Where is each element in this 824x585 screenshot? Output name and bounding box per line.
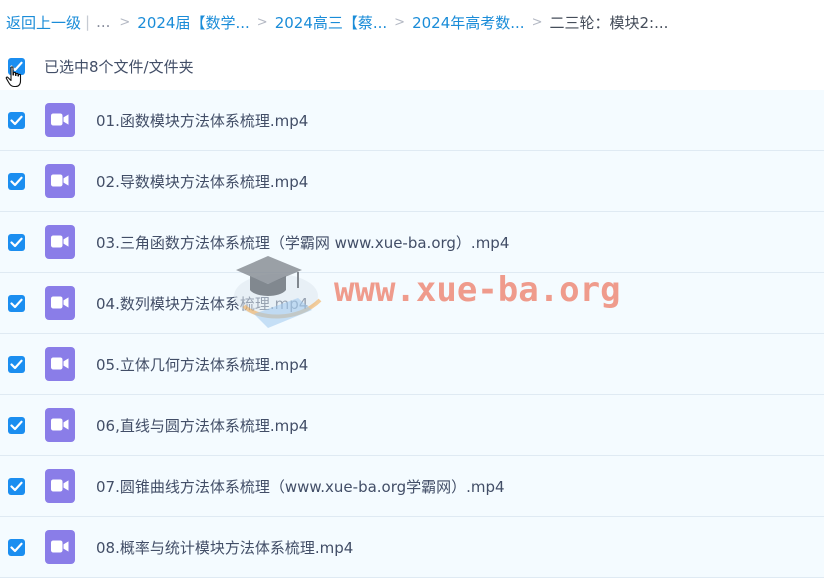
file-checkbox[interactable] [8,233,25,251]
file-name[interactable]: 03.三角函数方法体系梳理（学霸网 www.xue-ba.org）.mp4 [96,232,509,253]
breadcrumb-item-3[interactable]: 2024年高考数... [412,12,524,33]
file-checkbox[interactable] [8,355,25,373]
file-checkbox[interactable] [8,294,25,312]
file-checkbox[interactable] [8,477,25,495]
file-row[interactable]: 05.立体几何方法体系梳理.mp4 [0,334,824,395]
breadcrumb-ellipsis[interactable]: ... [96,13,110,31]
checkmark-icon [10,176,23,186]
file-row[interactable]: 07.圆锥曲线方法体系梳理（www.xue-ba.org学霸网）.mp4 [0,456,824,517]
breadcrumb-arrow: > [394,14,406,30]
breadcrumb-item-1[interactable]: 2024届【数学... [137,12,249,33]
file-browser: 返回上一级 | ... > 2024届【数学... > 2024高三【蔡... … [0,0,824,585]
file-name[interactable]: 02.导数模块方法体系梳理.mp4 [96,171,308,192]
video-file-icon [45,103,75,137]
checkmark-icon [10,115,23,125]
file-row[interactable]: 06,直线与圆方法体系梳理.mp4 [0,395,824,456]
file-name[interactable]: 04.数列模块方法体系梳理.mp4 [96,293,308,314]
file-name[interactable]: 06,直线与圆方法体系梳理.mp4 [96,415,308,436]
hand-cursor-icon [5,66,22,88]
breadcrumb-arrow: > [531,14,543,30]
back-link[interactable]: 返回上一级 [6,12,81,33]
breadcrumb-item-2[interactable]: 2024高三【蔡... [275,12,387,33]
video-file-icon [45,469,75,503]
video-file-icon [45,286,75,320]
video-file-icon [45,408,75,442]
checkmark-icon [10,237,23,247]
checkmark-icon [10,481,23,491]
file-row[interactable]: 03.三角函数方法体系梳理（学霸网 www.xue-ba.org）.mp4 [0,212,824,273]
video-file-icon [45,164,75,198]
file-checkbox[interactable] [8,172,25,190]
breadcrumb: 返回上一级 | ... > 2024届【数学... > 2024高三【蔡... … [6,0,824,44]
selection-count: 已选中8个文件/文件夹 [44,57,194,76]
file-list: 01.函数模块方法体系梳理.mp4 02.导数模块方法体系梳理.mp4 03.三角函… [0,90,824,578]
video-file-icon [45,347,75,381]
checkmark-icon [10,420,23,430]
file-checkbox[interactable] [8,538,25,556]
file-name[interactable]: 05.立体几何方法体系梳理.mp4 [96,354,308,375]
file-row[interactable]: 04.数列模块方法体系梳理.mp4 [0,273,824,334]
checkmark-icon [10,542,23,552]
file-checkbox[interactable] [8,416,25,434]
file-row[interactable]: 02.导数模块方法体系梳理.mp4 [0,151,824,212]
select-all-bar: 已选中8个文件/文件夹 [0,44,824,88]
file-row[interactable]: 08.概率与统计模块方法体系梳理.mp4 [0,517,824,578]
breadcrumb-separator: | [85,13,91,31]
file-row[interactable]: 01.函数模块方法体系梳理.mp4 [0,90,824,151]
breadcrumb-arrow: > [256,14,268,30]
video-file-icon [45,225,75,259]
checkmark-icon [10,359,23,369]
checkmark-icon [10,298,23,308]
file-name[interactable]: 08.概率与统计模块方法体系梳理.mp4 [96,537,353,558]
breadcrumb-current: 二三轮：模块2:... [549,13,669,32]
file-name[interactable]: 01.函数模块方法体系梳理.mp4 [96,110,308,131]
breadcrumb-arrow: > [119,14,131,30]
file-name[interactable]: 07.圆锥曲线方法体系梳理（www.xue-ba.org学霸网）.mp4 [96,476,505,497]
video-file-icon [45,530,75,564]
file-checkbox[interactable] [8,111,25,129]
